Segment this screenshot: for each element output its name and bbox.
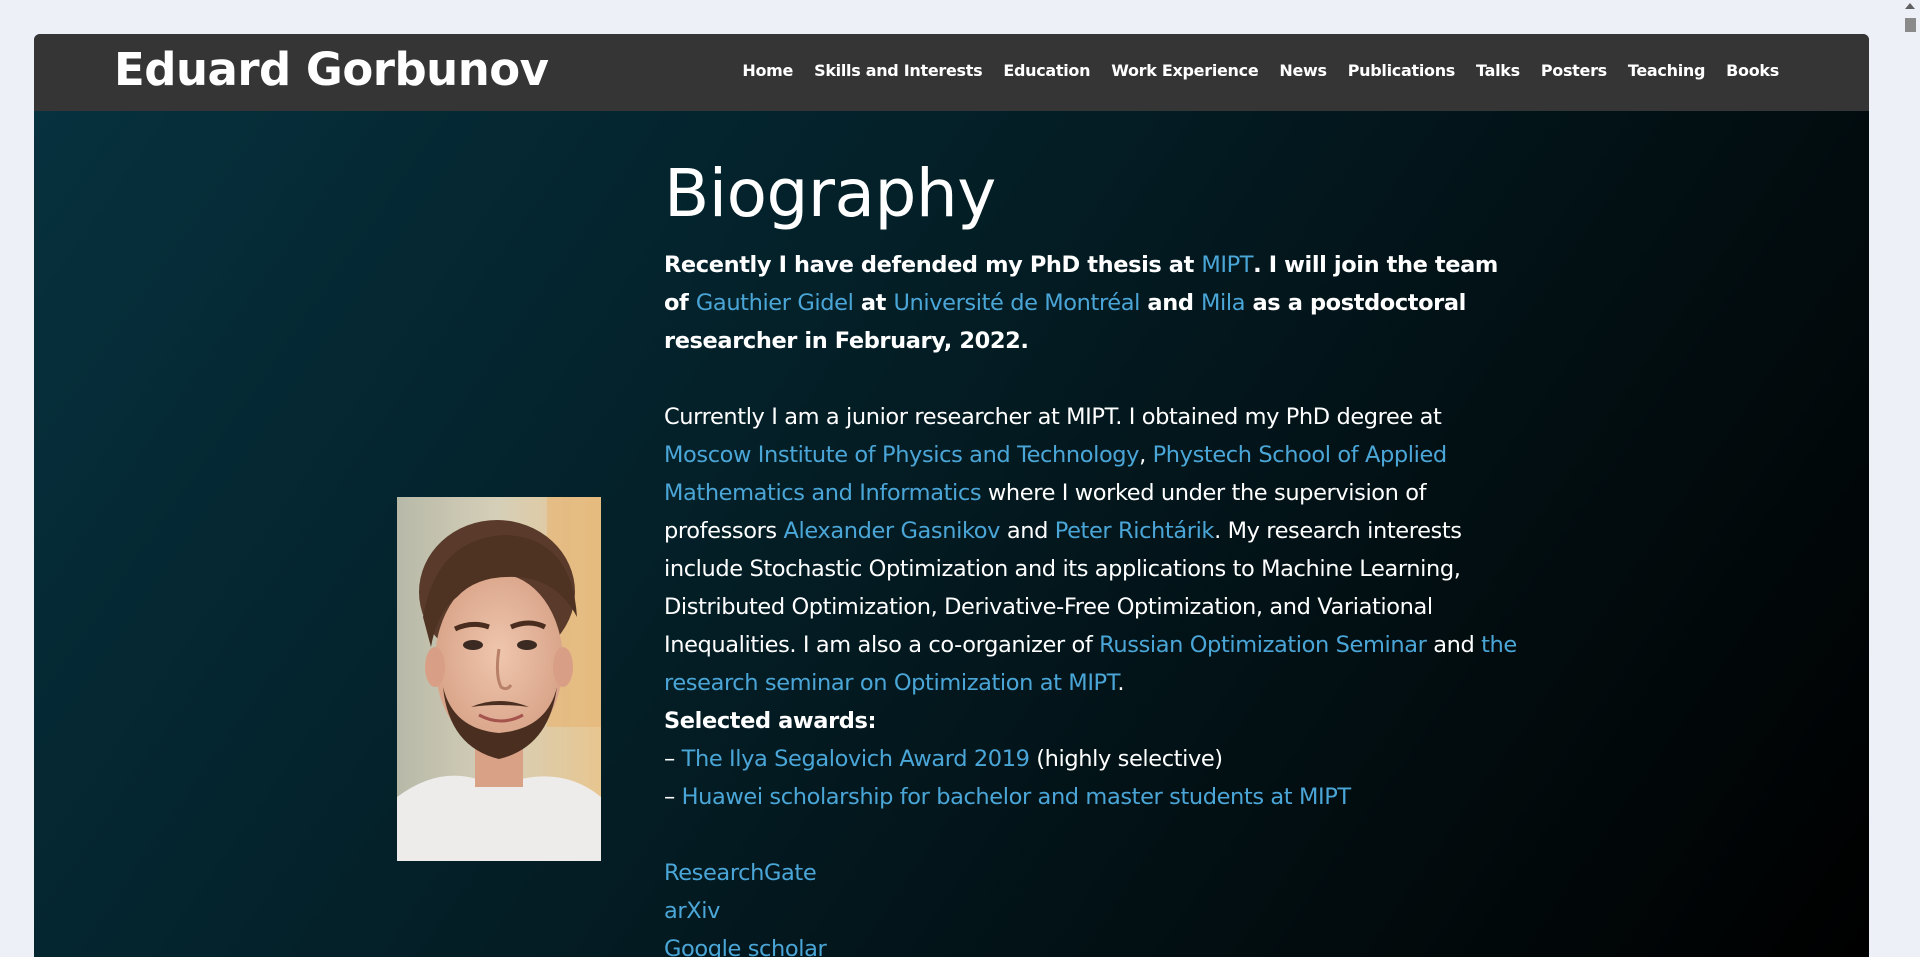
profile-links: ResearchGate arXiv Google scholar <box>664 854 1524 957</box>
site-title[interactable]: Eduard Gorbunov <box>114 46 549 94</box>
nav-teaching[interactable]: Teaching <box>1628 61 1706 80</box>
scroll-up-arrow-icon[interactable] <box>1905 3 1915 9</box>
nav-menu: Home Skills and Interests Education Work… <box>721 61 1779 80</box>
arxiv-link[interactable]: arXiv <box>664 898 720 924</box>
nav-talks[interactable]: Talks <box>1476 61 1520 80</box>
intro-text: and <box>1140 290 1201 316</box>
google-scholar-link[interactable]: Google scholar <box>664 936 827 957</box>
bio-paragraph: Currently I am a junior researcher at MI… <box>664 398 1524 702</box>
navbar: Eduard Gorbunov Home Skills and Interest… <box>34 34 1869 111</box>
page-title: Biography <box>664 155 996 232</box>
mila-link[interactable]: Mila <box>1201 290 1246 316</box>
researchgate-link[interactable]: ResearchGate <box>664 860 817 886</box>
award-item: – Huawei scholarship for bachelor and ma… <box>664 778 1524 816</box>
nav-skills-and-interests[interactable]: Skills and Interests <box>814 61 983 80</box>
nav-work-experience[interactable]: Work Experience <box>1111 61 1258 80</box>
peter-richtarik-link[interactable]: Peter Richtárik <box>1055 518 1215 544</box>
award-note: (highly selective) <box>1029 746 1223 772</box>
segalovich-award-link[interactable]: The Ilya Segalovich Award 2019 <box>682 746 1030 772</box>
intro-text: at <box>853 290 894 316</box>
biography-section: Biography Recently I have defended my Ph… <box>664 154 1524 957</box>
awards-heading: Selected awards: <box>664 708 877 734</box>
nav-posters[interactable]: Posters <box>1541 61 1607 80</box>
page-frame: Eduard Gorbunov Home Skills and Interest… <box>34 34 1869 957</box>
nav-home[interactable]: Home <box>742 61 793 80</box>
mipt-link[interactable]: MIPT <box>1201 252 1253 278</box>
russian-optimization-seminar-link[interactable]: Russian Optimization Seminar <box>1099 632 1427 658</box>
nav-publications[interactable]: Publications <box>1348 61 1456 80</box>
intro-paragraph: Recently I have defended my PhD thesis a… <box>664 246 1524 360</box>
bio-text: and <box>1000 518 1055 544</box>
award-dash: – <box>664 746 682 772</box>
award-item: – The Ilya Segalovich Award 2019 (highly… <box>664 740 1524 778</box>
bio-text: . <box>1117 670 1125 696</box>
huawei-scholarship-link[interactable]: Huawei scholarship for bachelor and mast… <box>682 784 1352 810</box>
nav-news[interactable]: News <box>1279 61 1327 80</box>
bio-text: and <box>1426 632 1482 658</box>
nav-books[interactable]: Books <box>1726 61 1779 80</box>
nav-education[interactable]: Education <box>1003 61 1090 80</box>
bio-text: Currently I am a junior researcher at MI… <box>664 404 1442 430</box>
profile-photo <box>397 497 601 861</box>
bio-text: , <box>1139 442 1153 468</box>
gauthier-gidel-link[interactable]: Gauthier Gidel <box>696 290 854 316</box>
award-dash: – <box>664 784 682 810</box>
scrollbar-thumb[interactable] <box>1905 18 1916 32</box>
intro-text: Recently I have defended my PhD thesis a… <box>664 252 1202 278</box>
universite-de-montreal-link[interactable]: Université de Montréal <box>893 290 1140 316</box>
alexander-gasnikov-link[interactable]: Alexander Gasnikov <box>784 518 1001 544</box>
mipt-full-link[interactable]: Moscow Institute of Physics and Technolo… <box>664 442 1140 468</box>
